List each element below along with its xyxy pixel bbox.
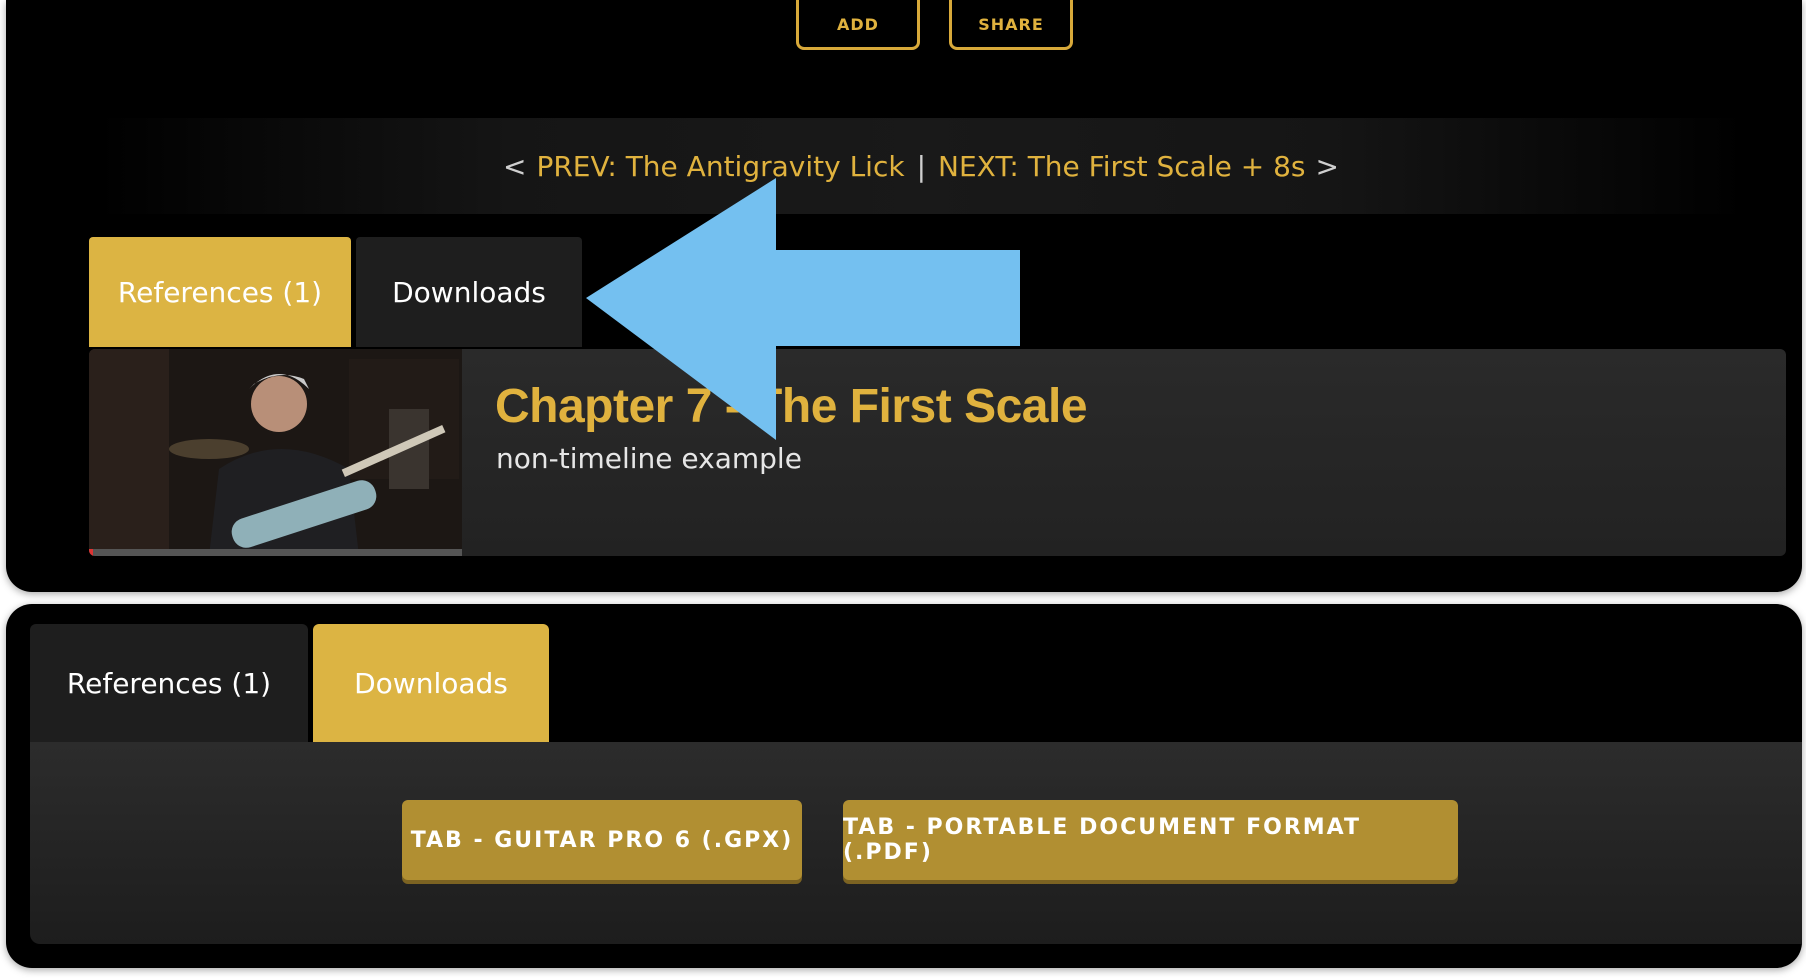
video-thumbnail[interactable] [89, 349, 462, 556]
tab-references-label: References (1) [66, 666, 272, 700]
tab-downloads[interactable]: Downloads [313, 624, 549, 742]
lesson-panel-downloads: References (1) Downloads TAB - GUITAR PR… [6, 604, 1802, 968]
tab-downloads-label: Downloads [354, 666, 508, 700]
tab-references-label: References (1) [117, 275, 323, 309]
add-button-label: ADD [837, 15, 879, 34]
downloads-content: TAB - GUITAR PRO 6 (.GPX) TAB - PORTABLE… [30, 742, 1802, 944]
tab-downloads[interactable]: Downloads [356, 237, 582, 347]
annotation-arrow-icon [586, 178, 1020, 440]
download-gpx-label: TAB - GUITAR PRO 6 (.GPX) [410, 827, 794, 853]
tab-references[interactable]: References (1) [30, 624, 308, 742]
download-pdf-label: TAB - PORTABLE DOCUMENT FORMAT (.PDF) [843, 815, 1361, 865]
share-button-label: SHARE [978, 15, 1044, 34]
lesson-panel-references: ADD SHARE < PREV: The Antigravity Lick |… [6, 0, 1802, 592]
download-gpx-button[interactable]: TAB - GUITAR PRO 6 (.GPX) [402, 800, 802, 880]
add-button[interactable]: ADD [796, 0, 920, 50]
tab-downloads-label: Downloads [392, 275, 546, 309]
share-button[interactable]: SHARE [949, 0, 1073, 50]
tab-references[interactable]: References (1) [89, 237, 351, 347]
download-pdf-button[interactable]: TAB - PORTABLE DOCUMENT FORMAT (.PDF) [843, 800, 1458, 880]
guitarist-photo [89, 349, 462, 556]
prev-arrow: < [503, 149, 527, 183]
next-arrow: > [1315, 149, 1339, 183]
